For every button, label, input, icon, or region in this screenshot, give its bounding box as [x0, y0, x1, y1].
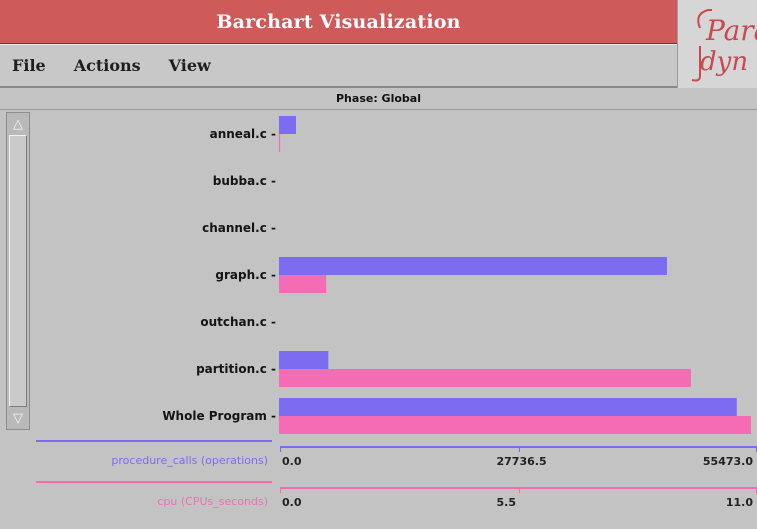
bar-procedure-calls-whole-program — [279, 398, 737, 416]
metric-axis-procedure-calls: procedure_calls (operations) 0.0 27736.5 55… — [36, 440, 757, 480]
metric-axis-cpu: cpu (CPUs_seconds) 0.0 5.5 11.0 — [36, 481, 757, 521]
tick-label: 27736.5 — [496, 455, 547, 468]
bar-procedure-calls-graph-c — [279, 257, 667, 275]
axis-tick — [518, 446, 520, 452]
tick-label: 0.0 — [282, 496, 302, 509]
tick-label: 0.0 — [282, 455, 302, 468]
bar-cpu-graph-c — [279, 275, 327, 293]
bar-cpu-anneal-c — [279, 134, 281, 152]
bar-cpu-whole-program — [279, 416, 751, 434]
tick-label: 55473.0 — [702, 455, 753, 468]
axis-tick — [280, 487, 281, 493]
bar-cpu-partition-c — [279, 369, 691, 387]
tick-label: 11.0 — [725, 496, 753, 509]
tick-label: 5.5 — [496, 496, 517, 509]
bar-procedure-calls-partition-c — [279, 351, 329, 369]
bar-procedure-calls-anneal-c — [279, 116, 297, 134]
axis-tick — [280, 446, 281, 452]
axis-tick — [518, 487, 520, 493]
metric-name: procedure_calls (operations) — [111, 453, 268, 467]
metric-name: cpu (CPUs_seconds) — [157, 494, 268, 508]
